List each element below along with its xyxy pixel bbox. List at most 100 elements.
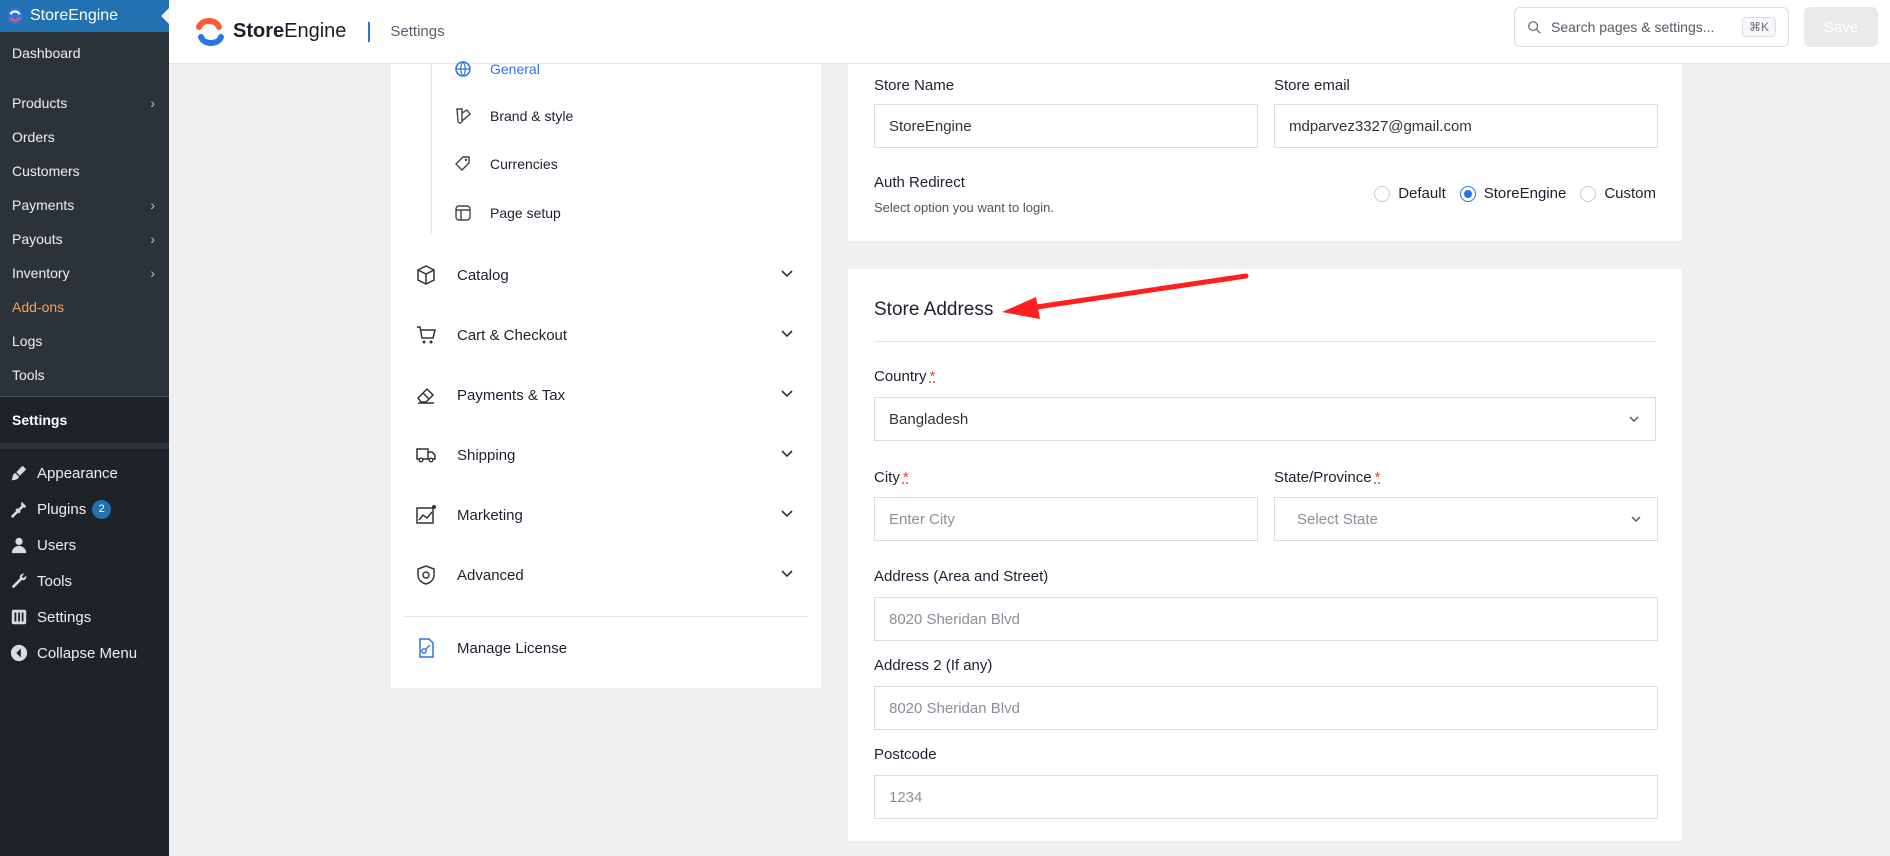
store-address-card: Store Address Country * Bangladesh City * … [848, 269, 1682, 841]
wp-menu-users[interactable]: Users [0, 527, 169, 563]
wp-menu-tools[interactable]: Tools [0, 563, 169, 599]
subnav-brand-style-label: Brand & style [490, 108, 574, 124]
address1-input[interactable]: 8020 Sheridan Blvd [874, 597, 1658, 641]
chevron-down-icon [781, 570, 793, 578]
submenu-orders-label: Orders [12, 129, 55, 145]
radio-default-label[interactable]: Default [1398, 185, 1446, 202]
search-input[interactable] [1551, 19, 1726, 35]
wp-menu-settings[interactable]: Settings [0, 599, 169, 635]
section-title: Store Address [874, 299, 994, 320]
country-select[interactable]: Bangladesh [874, 397, 1656, 441]
search-box[interactable]: ⌘K [1514, 7, 1789, 47]
globe-icon [455, 61, 471, 77]
submenu-settings[interactable]: Settings [0, 397, 169, 443]
country-label-text: Country [874, 368, 927, 385]
subnav-general[interactable]: General [454, 58, 540, 80]
page-layout-icon [455, 205, 471, 221]
required-asterisk: * [1374, 469, 1381, 486]
submenu-payments[interactable]: Payments › [0, 188, 169, 222]
nav-group-payments-tax-label: Payments & Tax [457, 386, 566, 404]
submenu-dashboard-label: Dashboard [12, 45, 81, 61]
chevron-down-icon [781, 330, 793, 338]
country-label: Country * [874, 368, 935, 385]
manage-license-link[interactable]: Manage License [415, 626, 795, 670]
palette-icon [456, 108, 471, 124]
address2-input[interactable]: 8020 Sheridan Blvd [874, 686, 1658, 730]
nav-group-shipping-label: Shipping [457, 446, 516, 464]
auth-redirect-label: Auth Redirect [874, 174, 965, 191]
submenu-inventory[interactable]: Inventory › [0, 256, 169, 290]
wp-menu-storeengine[interactable]: StoreEngine [0, 0, 169, 32]
user-icon [9, 535, 29, 555]
state-select[interactable]: Select State [1274, 497, 1658, 541]
subnav-brand-style[interactable]: Brand & style [454, 104, 573, 128]
brand-name-bold: Store [233, 20, 285, 42]
current-menu-notch [161, 8, 169, 24]
brand-name: StoreEngine [233, 20, 346, 43]
radio-custom-label[interactable]: Custom [1604, 185, 1656, 202]
nav-group-marketing[interactable]: Marketing [415, 493, 795, 537]
address1-label: Address (Area and Street) [874, 568, 1049, 585]
store-details-card: Store Name StoreEngine Store email mdpar… [848, 64, 1682, 241]
submenu-products[interactable]: Products › [0, 86, 169, 120]
store-email-label: Store email [1274, 77, 1350, 94]
wp-menu-users-label: Users [37, 536, 77, 554]
wp-menu-collapse-label: Collapse Menu [37, 644, 138, 662]
plugins-update-badge: 2 [92, 499, 112, 519]
tag-icon [455, 156, 470, 171]
store-name-label: Store Name [874, 77, 955, 94]
chevron-right-icon: › [150, 197, 155, 213]
chevron-right-icon: › [150, 265, 155, 281]
subnav-currencies-label: Currencies [490, 156, 558, 172]
required-asterisk: * [929, 368, 936, 385]
state-label: State/Province * [1274, 469, 1380, 486]
state-select-placeholder: Select State [1297, 510, 1378, 528]
radio-default[interactable] [1374, 185, 1391, 202]
store-email-input[interactable]: mdparvez3327@gmail.com [1274, 104, 1658, 148]
submenu-inventory-label: Inventory [12, 265, 70, 281]
submenu-logs[interactable]: Logs [0, 324, 169, 358]
nav-group-catalog[interactable]: Catalog [415, 253, 795, 297]
radio-storeengine[interactable] [1459, 185, 1476, 202]
auth-redirect-radio-group: Default StoreEngine Custom [1360, 185, 1656, 202]
wp-menu-storeengine-label: StoreEngine [30, 7, 119, 24]
city-input[interactable]: Enter City [874, 497, 1258, 541]
section-divider [874, 341, 1656, 342]
radio-custom[interactable] [1580, 185, 1597, 202]
city-label-text: City [874, 469, 900, 486]
subnav-page-setup[interactable]: Page setup [454, 201, 561, 225]
submenu-payouts[interactable]: Payouts › [0, 222, 169, 256]
brand[interactable]: StoreEngine [193, 17, 346, 47]
chevron-down-icon [1629, 416, 1639, 422]
nav-group-payments-tax[interactable]: Payments & Tax [415, 373, 795, 417]
storeengine-logo-icon [196, 17, 224, 46]
submenu-tools-label: Tools [12, 367, 45, 383]
collapse-arrow-icon [9, 643, 29, 663]
wp-menu-collapse[interactable]: Collapse Menu [0, 635, 169, 671]
submenu-customers-label: Customers [12, 163, 80, 179]
submenu-addons[interactable]: Add-ons [0, 290, 169, 324]
submenu-tools[interactable]: Tools [0, 358, 169, 392]
manage-license-label: Manage License [457, 639, 568, 657]
nav-group-cart-checkout[interactable]: Cart & Checkout [415, 313, 795, 357]
subnav-page-setup-label: Page setup [490, 205, 561, 221]
nav-group-advanced[interactable]: Advanced [415, 553, 795, 597]
store-name-input[interactable]: StoreEngine [874, 104, 1258, 148]
save-button[interactable]: Save [1804, 7, 1878, 47]
submenu-settings-label: Settings [12, 412, 68, 428]
submenu-orders[interactable]: Orders [0, 120, 169, 154]
subnav-currencies[interactable]: Currencies [454, 152, 558, 176]
submenu-dashboard[interactable]: Dashboard [0, 36, 169, 70]
submenu-customers[interactable]: Customers [0, 154, 169, 188]
radio-storeengine-label[interactable]: StoreEngine [1484, 185, 1567, 202]
nav-group-shipping[interactable]: Shipping [415, 433, 795, 477]
postcode-label: Postcode [874, 746, 937, 763]
city-label: City * [874, 469, 909, 486]
chevron-down-icon [1631, 516, 1641, 522]
wp-menu-appearance[interactable]: Appearance [0, 455, 169, 491]
postcode-input[interactable]: 1234 [874, 775, 1658, 819]
wp-menu-plugins[interactable]: Plugins 2 [0, 491, 169, 527]
breadcrumb: Settings [390, 23, 445, 40]
search-icon [1528, 21, 1541, 34]
subnav-line [431, 64, 432, 234]
